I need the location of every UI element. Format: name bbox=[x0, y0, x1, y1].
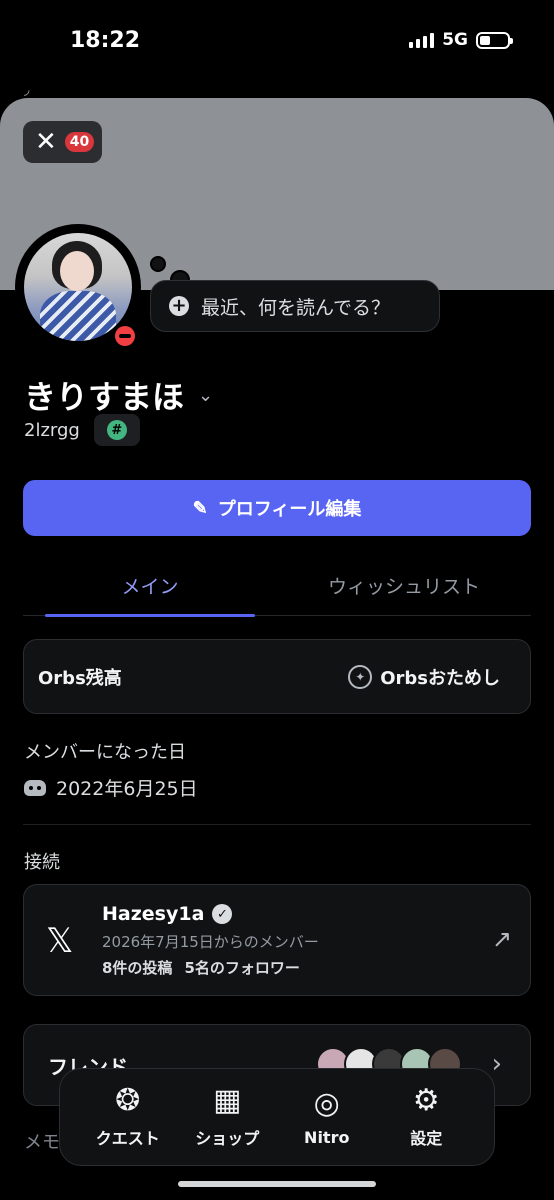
tab-wishlist[interactable]: ウィッシュリスト bbox=[277, 556, 531, 615]
divider bbox=[23, 824, 531, 825]
orbs-try-button[interactable]: ✦ Orbsおためし bbox=[348, 664, 500, 690]
orbs-try-label: Orbsおためし bbox=[380, 667, 500, 689]
shop-icon: ▦ bbox=[213, 1083, 242, 1118]
chevron-down-icon: ⌄ bbox=[198, 384, 214, 406]
connection-posts: 8件の投稿 bbox=[102, 959, 173, 977]
username-row: 2lzrgg # bbox=[24, 414, 140, 446]
display-name-row[interactable]: きりすまほ ⌄ bbox=[24, 372, 213, 418]
pencil-icon: ✎ bbox=[192, 497, 208, 518]
nav-shop-label: ショップ bbox=[195, 1129, 260, 1148]
nav-shop[interactable]: ▦ ショップ bbox=[182, 1085, 272, 1149]
verified-icon: ✓ bbox=[212, 904, 233, 924]
hashtag-icon: # bbox=[106, 420, 127, 440]
display-name: きりすまほ bbox=[24, 378, 185, 416]
status-right: 5G bbox=[409, 30, 513, 50]
username: 2lzrgg bbox=[24, 419, 80, 441]
mic-activity-icon: ◞ bbox=[24, 82, 30, 98]
nav-settings[interactable]: ⚙ 設定 bbox=[381, 1085, 471, 1149]
status-time: 18:22 bbox=[70, 28, 141, 53]
discord-icon bbox=[24, 779, 46, 796]
thought-dot-small bbox=[150, 256, 166, 272]
nav-quest[interactable]: ❂ クエスト bbox=[83, 1085, 173, 1149]
chevron-right-icon: › bbox=[491, 1049, 502, 1079]
close-button[interactable]: ✕ 40 bbox=[23, 121, 102, 163]
nav-nitro-label: Nitro bbox=[304, 1127, 350, 1147]
member-since-date: 2022年6月25日 bbox=[56, 778, 198, 800]
nav-settings-label: 設定 bbox=[410, 1129, 443, 1148]
orbs-card: Orbs残高 ✦ Orbsおためし bbox=[23, 639, 531, 714]
close-icon: ✕ bbox=[35, 127, 57, 157]
dnd-status-icon bbox=[111, 322, 139, 350]
home-indicator bbox=[178, 1181, 376, 1187]
x-logo-icon: 𝕏 bbox=[46, 921, 74, 961]
external-link-icon[interactable]: ↗ bbox=[492, 925, 512, 953]
memo-label: メモ bbox=[24, 1132, 60, 1153]
settings-icon: ⚙ bbox=[412, 1083, 440, 1118]
status-bar: 18:22 5G bbox=[0, 0, 554, 84]
connection-stats: 8件の投稿 5名のフォロワー bbox=[102, 957, 300, 978]
notification-badge: 40 bbox=[64, 132, 95, 152]
connection-since: 2026年7月15日からのメンバー bbox=[102, 933, 319, 951]
connection-followers: 5名のフォロワー bbox=[184, 959, 300, 977]
member-since-row: 2022年6月25日 bbox=[24, 774, 198, 801]
edit-profile-button[interactable]: ✎ プロフィール編集 bbox=[23, 480, 531, 536]
nitro-icon: ◎ bbox=[313, 1085, 340, 1121]
connection-username-row: Hazesy1a ✓ bbox=[102, 903, 233, 925]
custom-status-bubble[interactable]: + 最近、何を読んでる？ bbox=[150, 280, 440, 332]
tab-main[interactable]: メイン bbox=[23, 556, 277, 617]
battery-icon bbox=[476, 31, 513, 49]
orb-icon: ✦ bbox=[348, 664, 373, 689]
nav-nitro[interactable]: ◎ Nitro bbox=[282, 1085, 372, 1147]
profile-tabs: メイン ウィッシュリスト bbox=[23, 556, 531, 617]
orbs-balance-label: Orbs残高 bbox=[38, 667, 122, 689]
hashtag-badge[interactable]: # bbox=[93, 414, 140, 446]
signal-icon bbox=[409, 32, 435, 48]
plus-circle-icon: + bbox=[169, 296, 189, 316]
status-bubble-text: 最近、何を読んでる？ bbox=[201, 296, 391, 319]
network-label: 5G bbox=[442, 30, 468, 50]
edit-profile-label: プロフィール編集 bbox=[217, 499, 362, 519]
nav-quest-label: クエスト bbox=[95, 1129, 160, 1148]
quest-icon: ❂ bbox=[115, 1083, 141, 1118]
connection-username: Hazesy1a bbox=[102, 903, 205, 925]
connection-card-x[interactable]: 𝕏 Hazesy1a ✓ 2026年7月15日からのメンバー 8件の投稿 5名の… bbox=[23, 884, 531, 996]
member-since-title: メンバーになった日 bbox=[24, 742, 186, 763]
connections-title: 接続 bbox=[24, 852, 60, 873]
bottom-nav: ❂ クエスト ▦ ショップ ◎ Nitro ⚙ 設定 bbox=[59, 1068, 495, 1166]
